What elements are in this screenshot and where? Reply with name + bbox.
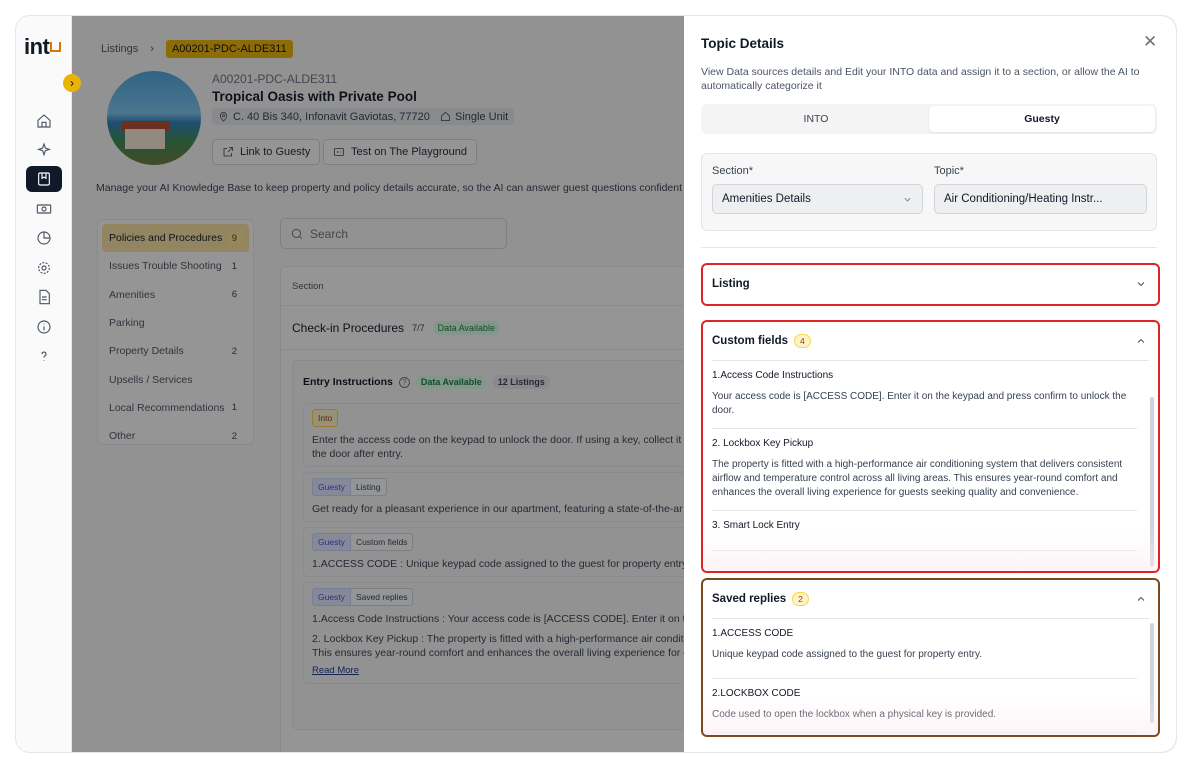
list-item[interactable]: 1.Access Code Instructions Your access c… — [712, 361, 1137, 429]
list-item[interactable]: 2. Lockbox Key Pickup The property is fi… — [712, 429, 1137, 511]
chevron-down-icon — [1137, 282, 1145, 287]
drawer-description: View Data sources details and Edit your … — [701, 66, 1140, 92]
saved-replies-accordion: Saved replies 2 1.ACCESS CODE Unique keyp… — [701, 578, 1160, 737]
tab-guesty[interactable]: Guesty — [929, 106, 1155, 132]
listing-accordion[interactable]: Listing — [701, 263, 1160, 306]
app-window: int › Listings › A00201-PDC-ALDE311 A002… — [16, 16, 1176, 752]
chevron-up-icon — [1137, 596, 1145, 601]
custom-fields-header[interactable]: Custom fields 4 — [703, 322, 1158, 360]
section-topic-fields: Section* Amenities Details Topic* Air Co… — [701, 153, 1157, 231]
count-badge: 4 — [794, 334, 811, 348]
saved-replies-list: 1.ACCESS CODE Unique keypad code assigne… — [712, 618, 1154, 733]
saved-replies-header[interactable]: Saved replies 2 — [703, 580, 1158, 618]
divider — [701, 247, 1157, 248]
document-icon[interactable] — [26, 284, 62, 310]
expand-rail-button[interactable]: › — [63, 74, 81, 92]
gear-icon[interactable] — [26, 255, 62, 281]
knowledge-book-icon[interactable] — [26, 166, 62, 192]
list-item[interactable]: 2.LOCKBOX CODE Code used to open the loc… — [712, 679, 1137, 733]
section-label: Section* — [712, 165, 753, 177]
chevron-right-icon: › — [70, 76, 74, 90]
custom-fields-accordion: Custom fields 4 1.Access Code Instruction… — [701, 320, 1160, 573]
logo-house-icon — [50, 42, 62, 52]
nav-rail: int — [16, 16, 72, 752]
chevron-down-icon — [904, 197, 911, 201]
tab-into[interactable]: INTO — [703, 106, 929, 132]
close-icon[interactable]: ✕ — [1143, 33, 1157, 50]
cash-icon[interactable] — [26, 196, 62, 222]
list-item[interactable]: 3. Smart Lock Entry — [712, 511, 1137, 551]
help-icon[interactable] — [26, 343, 62, 369]
topic-label: Topic* — [934, 165, 964, 177]
chevron-up-icon — [1137, 338, 1145, 343]
count-badge: 2 — [792, 592, 809, 606]
pie-chart-icon[interactable] — [26, 225, 62, 251]
drawer-title: Topic Details — [701, 36, 785, 51]
app-logo[interactable]: int — [24, 34, 62, 60]
topic-details-drawer: Topic Details ✕ View Data sources detail… — [684, 16, 1176, 752]
info-icon[interactable] — [26, 314, 62, 340]
custom-fields-list: 1.Access Code Instructions Your access c… — [712, 360, 1154, 567]
source-tabs: INTO Guesty — [701, 104, 1157, 134]
topic-input[interactable]: Air Conditioning/Heating Instr... — [934, 184, 1147, 214]
list-item[interactable]: 1.ACCESS CODE Unique keypad code assigne… — [712, 619, 1137, 679]
home-icon[interactable] — [26, 108, 62, 134]
section-select[interactable]: Amenities Details — [712, 184, 923, 214]
scrollbar[interactable] — [1150, 397, 1154, 567]
sparkle-icon[interactable] — [26, 137, 62, 163]
scrollbar[interactable] — [1150, 623, 1154, 723]
